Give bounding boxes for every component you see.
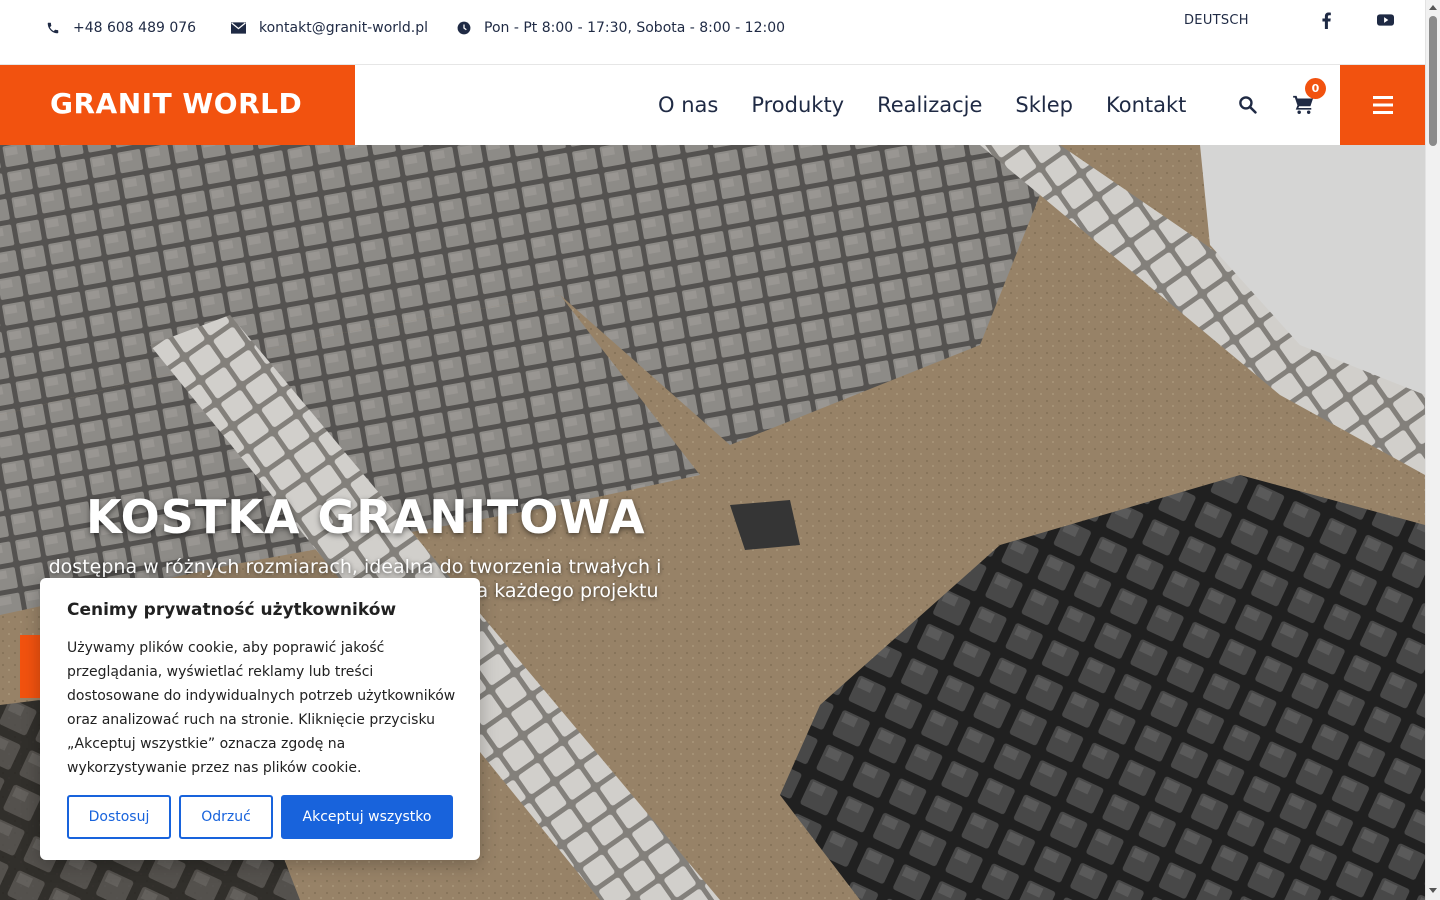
cart-count-badge: 0 xyxy=(1305,78,1326,99)
youtube-link[interactable] xyxy=(1377,12,1394,31)
scroll-up-arrow-icon[interactable] xyxy=(1429,5,1437,10)
opening-hours: Pon - Pt 8:00 - 17:30, Sobota - 8:00 - 1… xyxy=(457,20,785,36)
language-switch[interactable]: DEUTSCH xyxy=(1184,13,1249,28)
email-contact[interactable]: kontakt@granit-world.pl xyxy=(231,20,428,36)
cart-button[interactable] xyxy=(1293,95,1314,118)
cookie-reject-button[interactable]: Odrzuć xyxy=(179,795,273,839)
nav-link-realizacje[interactable]: Realizacje xyxy=(877,93,982,117)
facebook-icon xyxy=(1322,12,1331,30)
menu-toggle-button[interactable] xyxy=(1340,65,1425,145)
phone-icon xyxy=(47,22,59,34)
search-icon xyxy=(1239,96,1257,114)
nav-link-sklep[interactable]: Sklep xyxy=(1015,93,1073,117)
hours-text: Pon - Pt 8:00 - 17:30, Sobota - 8:00 - 1… xyxy=(484,20,786,36)
envelope-icon xyxy=(231,22,246,34)
youtube-icon xyxy=(1377,14,1394,26)
clock-icon xyxy=(457,21,471,35)
phone-contact[interactable]: +48 608 489 076 xyxy=(46,20,196,36)
cookie-title: Cenimy prywatność użytkowników xyxy=(67,600,397,620)
page-scrollbar[interactable] xyxy=(1425,0,1440,900)
main-navigation: GRANIT WORLD O nas Produkty Realizacje S… xyxy=(0,65,1425,145)
hero-title: KOSTKA GRANITOWA xyxy=(86,490,646,544)
nav-links: O nas Produkty Realizacje Sklep Kontakt xyxy=(658,93,1219,117)
facebook-link[interactable] xyxy=(1321,12,1332,33)
nav-link-kontakt[interactable]: Kontakt xyxy=(1106,93,1186,117)
logo-box[interactable]: GRANIT WORLD xyxy=(0,65,355,145)
cookie-consent-dialog: Cenimy prywatność użytkowników Używamy p… xyxy=(40,578,480,860)
scrollbar-thumb[interactable] xyxy=(1429,16,1437,146)
nav-link-produkty[interactable]: Produkty xyxy=(751,93,844,117)
cookie-customize-button[interactable]: Dostosuj xyxy=(67,795,171,839)
top-info-bar: +48 608 489 076 kontakt@granit-world.pl … xyxy=(0,0,1425,65)
nav-link-o-nas[interactable]: O nas xyxy=(658,93,718,117)
logo[interactable]: GRANIT WORLD xyxy=(50,87,302,120)
search-button[interactable] xyxy=(1238,95,1257,118)
hamburger-menu-icon xyxy=(1372,96,1393,114)
phone-number[interactable]: +48 608 489 076 xyxy=(73,20,196,36)
cookie-accept-all-button[interactable]: Akceptuj wszystko xyxy=(281,795,453,839)
email-address[interactable]: kontakt@granit-world.pl xyxy=(259,20,428,36)
scroll-down-arrow-icon[interactable] xyxy=(1429,888,1437,893)
cookie-description: Używamy plików cookie, aby poprawić jako… xyxy=(67,640,456,776)
